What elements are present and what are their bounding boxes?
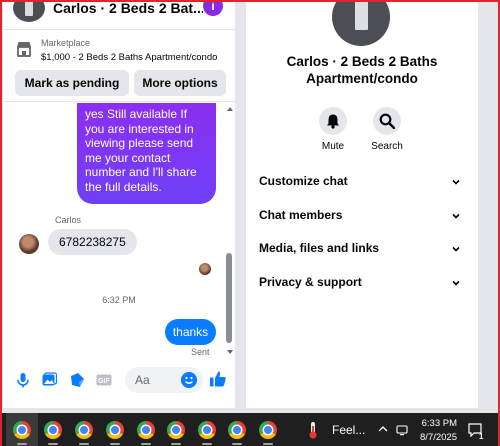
- sender-name: Carlos: [55, 215, 82, 225]
- chat-members-section[interactable]: Chat members: [246, 202, 478, 230]
- marketplace-label: Marketplace: [41, 38, 91, 48]
- mic-icon[interactable]: [15, 372, 31, 388]
- scrollbar-thumb[interactable]: [226, 253, 232, 343]
- search-label: Search: [371, 141, 403, 152]
- mute-button[interactable]: Mute: [303, 107, 363, 152]
- privacy-support-section[interactable]: Privacy & support: [246, 269, 478, 297]
- menu-label: Customize chat: [259, 174, 348, 188]
- chat-panel: Carlos · 2 Beds 2 Bat... i Marketplace $…: [3, 0, 235, 408]
- taskbar-running-indicator: [79, 443, 89, 445]
- taskbar-running-indicator: [202, 443, 212, 445]
- chrome-icon[interactable]: [198, 421, 216, 439]
- clock-date[interactable]: 8/7/2025: [412, 432, 457, 443]
- photo-icon[interactable]: [41, 372, 57, 388]
- taskbar-running-indicator: [48, 443, 58, 445]
- thermometer-icon[interactable]: [308, 421, 318, 439]
- chrome-icon[interactable]: [44, 421, 62, 439]
- taskbar-running-indicator: [17, 443, 27, 445]
- gif-icon[interactable]: GIF: [96, 372, 112, 388]
- taskbar-running-indicator: [110, 443, 120, 445]
- notification-count-badge: 1: [479, 432, 484, 441]
- mute-label: Mute: [321, 141, 345, 152]
- network-icon[interactable]: [396, 424, 408, 436]
- more-options-button[interactable]: More options: [134, 70, 226, 96]
- chrome-icon[interactable]: [106, 421, 124, 439]
- chrome-icon[interactable]: [259, 421, 277, 439]
- incoming-message[interactable]: 6782238275: [48, 229, 137, 255]
- message-input[interactable]: Aa: [125, 367, 203, 393]
- conversation-info-panel: Carlos · 2 Beds 2 Baths Apartment/condo …: [246, 0, 478, 408]
- message-timestamp: 6:32 PM: [102, 295, 136, 305]
- taskbar-running-indicator: [263, 443, 273, 445]
- customize-chat-section[interactable]: Customize chat: [246, 168, 478, 196]
- message-input-placeholder: Aa: [135, 373, 150, 387]
- marketplace-icon: [17, 42, 31, 57]
- conversation-name: Carlos · 2 Beds 2 Baths Apartment/condo: [286, 54, 438, 86]
- like-icon[interactable]: [209, 370, 227, 388]
- weather-widget[interactable]: Feel...: [332, 423, 365, 437]
- chrome-icon[interactable]: [75, 421, 93, 439]
- scroll-down-arrow[interactable]: [227, 350, 233, 354]
- info-icon[interactable]: i: [203, 0, 223, 16]
- menu-label: Media, files and links: [259, 241, 380, 255]
- bell-icon: [327, 114, 339, 129]
- windows-taskbar: Feel... 6:33 PM 8/7/2025 1: [0, 413, 500, 446]
- header-avatar[interactable]: [13, 0, 45, 22]
- menu-label: Chat members: [259, 208, 343, 222]
- taskbar-running-indicator: [232, 443, 242, 445]
- emoji-icon[interactable]: [181, 372, 197, 388]
- search-icon: [379, 113, 395, 129]
- avatar[interactable]: [19, 234, 39, 254]
- chevron-down-icon: [452, 213, 460, 219]
- chrome-icon[interactable]: [137, 421, 155, 439]
- message-composer: GIF Aa: [3, 366, 235, 396]
- media-files-links-section[interactable]: Media, files and links: [246, 235, 478, 263]
- message-list: yes Still available If you are intereste…: [3, 103, 235, 361]
- scroll-up-arrow[interactable]: [227, 107, 233, 111]
- chevron-up-icon[interactable]: [378, 425, 388, 433]
- outgoing-message[interactable]: yes Still available If you are intereste…: [77, 103, 216, 204]
- chevron-down-icon: [452, 246, 460, 252]
- search-button[interactable]: Search: [357, 107, 417, 152]
- clock-time[interactable]: 6:33 PM: [417, 418, 457, 429]
- chrome-icon[interactable]: [228, 421, 246, 439]
- taskbar-running-indicator: [171, 443, 181, 445]
- chrome-icon[interactable]: [167, 421, 185, 439]
- mark-as-pending-button[interactable]: Mark as pending: [15, 70, 129, 96]
- gif-label: GIF: [98, 378, 110, 385]
- chevron-down-icon: [452, 280, 460, 286]
- chat-title[interactable]: Carlos · 2 Beds 2 Bat...: [53, 0, 203, 20]
- message-status: Sent: [191, 347, 210, 357]
- sticker-icon[interactable]: [69, 372, 85, 388]
- profile-photo[interactable]: [332, 0, 390, 46]
- chevron-down-icon: [452, 179, 460, 185]
- chat-header: Carlos · 2 Beds 2 Bat... i: [3, 0, 235, 30]
- seen-indicator-avatar: [199, 263, 211, 275]
- outgoing-message[interactable]: thanks: [165, 319, 216, 345]
- message-scrollbar[interactable]: [225, 103, 235, 358]
- marketplace-listing: Marketplace $1,000 - 2 Beds 2 Baths Apar…: [3, 32, 235, 102]
- menu-label: Privacy & support: [259, 275, 362, 289]
- taskbar-running-indicator: [141, 443, 151, 445]
- listing-title[interactable]: $1,000 - 2 Beds 2 Baths Apartment/condo: [41, 52, 217, 63]
- chrome-icon[interactable]: [13, 421, 31, 439]
